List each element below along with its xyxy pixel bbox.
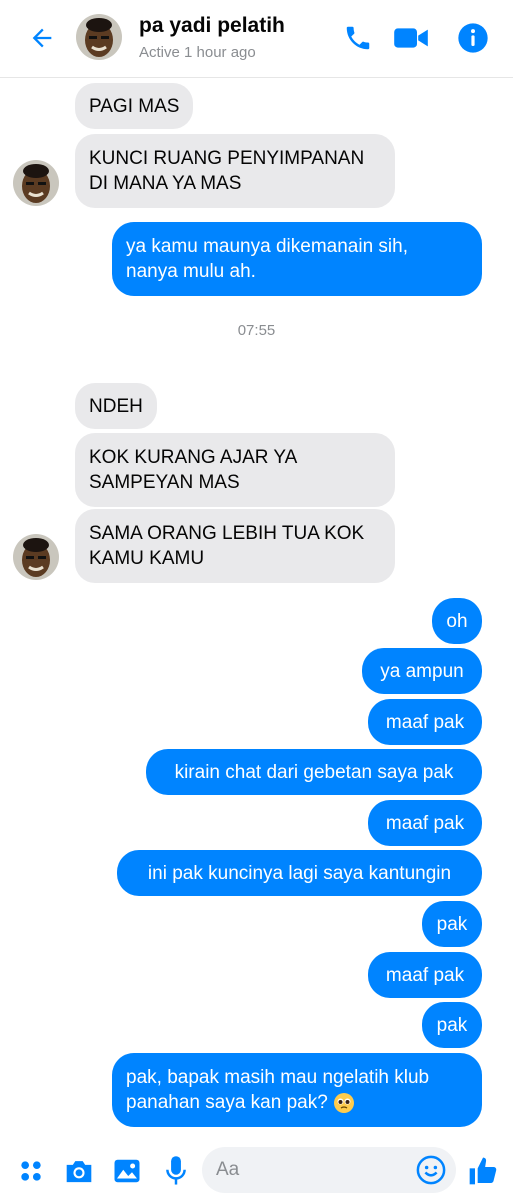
message-outgoing[interactable]: maaf pak — [368, 800, 482, 846]
sender-avatar[interactable] — [13, 534, 59, 580]
message-outgoing[interactable]: ya kamu maunya dikemanain sih, nanya mul… — [112, 222, 482, 296]
message-incoming[interactable]: KOK KURANG AJAR YA SAMPEYAN MAS — [75, 433, 395, 507]
message-outgoing[interactable]: pak — [422, 901, 482, 947]
message-outgoing[interactable]: pak, bapak masih mau ngelatih klub panah… — [112, 1053, 482, 1127]
message-input-container — [202, 1147, 456, 1193]
back-button[interactable] — [26, 22, 58, 54]
apps-grid-icon — [21, 1161, 41, 1181]
gallery-button[interactable] — [110, 1154, 144, 1188]
message-outgoing[interactable]: pak — [422, 1002, 482, 1048]
message-incoming[interactable]: KUNCI RUANG PENYIMPANAN DI MANA YA MAS — [75, 134, 395, 208]
emoji-button[interactable] — [416, 1155, 446, 1185]
message-input[interactable] — [202, 1147, 412, 1193]
voice-message-button[interactable] — [159, 1154, 193, 1188]
message-outgoing[interactable]: ya ampun — [362, 648, 482, 694]
message-outgoing[interactable]: maaf pak — [368, 952, 482, 998]
message-incoming[interactable]: PAGI MAS — [75, 83, 194, 129]
video-call-button[interactable] — [393, 20, 429, 56]
pleading-face-emoji — [333, 1092, 354, 1113]
sender-avatar[interactable] — [13, 160, 59, 206]
contact-name[interactable]: pa yadi pelatih — [139, 14, 285, 38]
back-arrow-icon — [32, 28, 52, 48]
info-icon — [458, 23, 488, 53]
contact-status: Active 1 hour ago — [139, 44, 256, 61]
message-composer — [0, 1140, 513, 1200]
camera-icon — [66, 1161, 92, 1183]
emoji-icon — [416, 1155, 446, 1185]
message-incoming[interactable]: SAMA ORANG LEBIH TUA KOK KAMU KAMU — [75, 509, 395, 583]
microphone-icon — [166, 1156, 186, 1185]
video-camera-icon — [394, 28, 428, 48]
message-outgoing[interactable]: maaf pak — [368, 699, 482, 745]
voice-call-button[interactable] — [340, 20, 376, 56]
thumbs-up-icon — [469, 1157, 497, 1185]
conversation-info-button[interactable] — [455, 20, 491, 56]
like-button[interactable] — [466, 1154, 500, 1188]
message-outgoing[interactable]: kirain chat dari gebetan saya pak — [146, 749, 482, 795]
more-actions-button[interactable] — [14, 1154, 48, 1188]
message-outgoing[interactable]: oh — [432, 598, 482, 644]
phone-icon — [346, 26, 370, 50]
conversation-header: pa yadi pelatih Active 1 hour ago — [0, 0, 513, 78]
message-incoming[interactable]: NDEH — [75, 383, 157, 429]
camera-button[interactable] — [62, 1154, 96, 1188]
message-timestamp: 07:55 — [237, 322, 276, 339]
contact-avatar[interactable] — [76, 14, 122, 60]
image-icon — [114, 1159, 140, 1183]
message-outgoing[interactable]: ini pak kuncinya lagi saya kantungin — [117, 850, 482, 896]
